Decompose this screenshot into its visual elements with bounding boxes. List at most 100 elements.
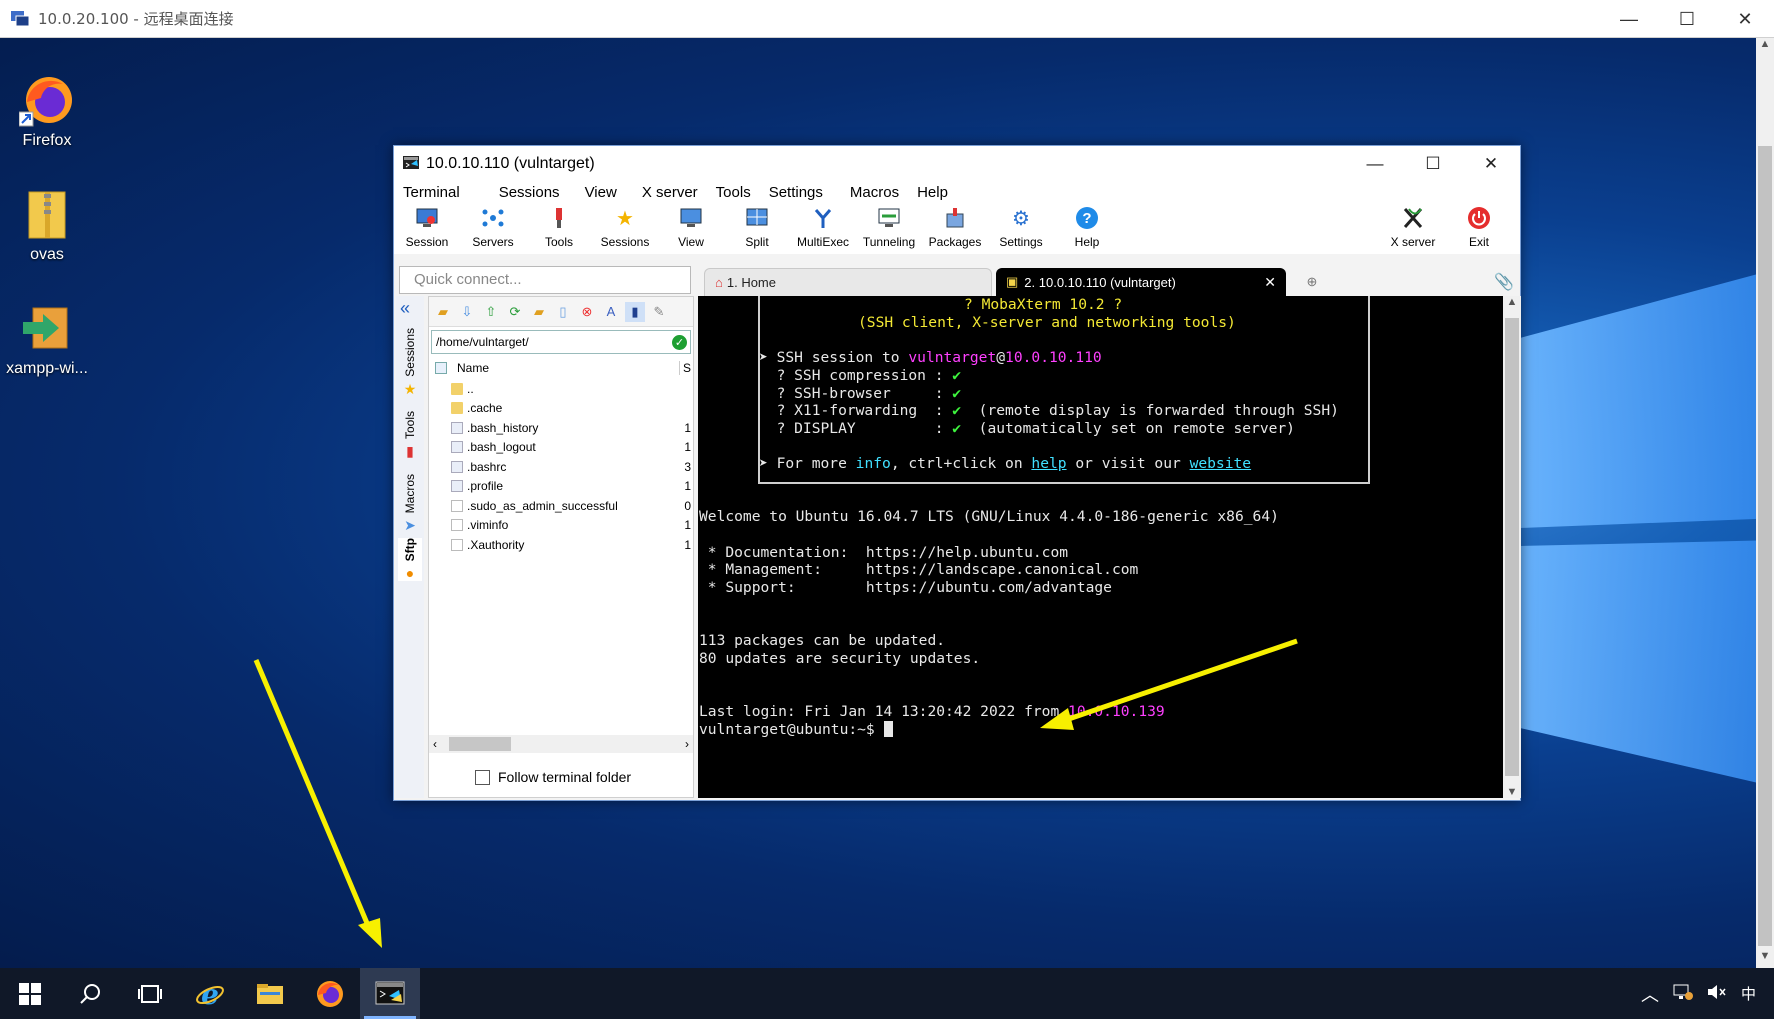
- new-file-icon[interactable]: ▯: [553, 302, 573, 322]
- banner-line-1: ? MobaXterm 10.2 ?: [964, 296, 1123, 313]
- scrollbar-thumb[interactable]: [449, 737, 511, 751]
- menu-macros[interactable]: Macros: [832, 184, 908, 201]
- upload-icon[interactable]: ⇧: [481, 302, 501, 322]
- column-name[interactable]: Name: [457, 361, 489, 375]
- desktop-icon-firefox[interactable]: Firefox: [1, 72, 93, 150]
- paper-plane-icon: ➤: [404, 517, 416, 534]
- side-tab-sessions[interactable]: Sessions ★: [398, 328, 422, 398]
- shell-prompt[interactable]: vulntarget@ubuntu:~$: [699, 721, 893, 739]
- menu-settings[interactable]: Settings: [760, 184, 832, 201]
- show-hidden-icons-chevron-icon[interactable]: ︿: [1641, 981, 1659, 1007]
- tab-home[interactable]: ⌂ 1. Home: [704, 268, 992, 296]
- task-view-button[interactable]: [120, 968, 180, 1019]
- sftp-path-input[interactable]: /home/vulntarget/ ✓: [431, 330, 691, 354]
- permissions-icon[interactable]: ▮: [625, 301, 645, 322]
- scroll-down-icon[interactable]: ▼: [1503, 786, 1521, 798]
- file-row[interactable]: .profile 1: [429, 477, 693, 497]
- toolbar-settings-button[interactable]: ⚙ Settings: [988, 202, 1054, 254]
- sftp-horizontal-scrollbar[interactable]: ‹ ›: [429, 735, 693, 753]
- menu-tools[interactable]: Tools: [707, 184, 760, 201]
- file-row[interactable]: .bash_history 1: [429, 418, 693, 438]
- toolbar-split-button[interactable]: Split: [724, 202, 790, 254]
- taskbar-mobaxterm[interactable]: [360, 968, 420, 1019]
- network-icon[interactable]: [1673, 983, 1693, 1005]
- rdp-vertical-scrollbar[interactable]: ▲ ▼: [1756, 38, 1774, 968]
- toolbar-session-button[interactable]: Session: [394, 202, 460, 254]
- input-language-indicator[interactable]: 中: [1741, 983, 1756, 1004]
- new-folder-icon[interactable]: ▰: [529, 302, 549, 322]
- toolbar-tunneling-button[interactable]: Tunneling: [856, 202, 922, 254]
- terminal-scrollbar[interactable]: ▲ ▼: [1503, 296, 1521, 798]
- last-login-line: Last login: Fri Jan 14 13:20:42 2022 fro…: [699, 703, 1165, 720]
- rename-icon[interactable]: A: [601, 302, 621, 322]
- toolbar-xserver-button[interactable]: X server: [1380, 202, 1446, 254]
- menu-terminal[interactable]: Terminal: [394, 184, 469, 201]
- file-row[interactable]: .bashrc 3: [429, 457, 693, 477]
- scroll-right-icon[interactable]: ›: [685, 737, 689, 751]
- file-row[interactable]: .bash_logout 1: [429, 438, 693, 458]
- file-name: .profile: [467, 479, 504, 494]
- toolbar-view-button[interactable]: View: [658, 202, 724, 254]
- file-row[interactable]: ..: [429, 379, 693, 399]
- help-link[interactable]: help: [1031, 455, 1066, 472]
- scroll-up-icon[interactable]: ▲: [1503, 296, 1521, 314]
- edit-icon[interactable]: ✎: [649, 302, 669, 322]
- file-row[interactable]: .Xauthority 1: [429, 535, 693, 555]
- desktop-icon-ovas[interactable]: ovas: [1, 186, 93, 264]
- open-folder-icon[interactable]: ▰: [433, 302, 453, 322]
- toolbar-servers-button[interactable]: Servers: [460, 202, 526, 254]
- taskbar-firefox[interactable]: [300, 968, 360, 1019]
- gears-icon: ⚙: [1012, 207, 1030, 230]
- toolbar-multiexec-button[interactable]: MultiExec: [790, 202, 856, 254]
- file-list: .. .cache .bash_history 1 .bash_logout 1 .bash…: [429, 379, 693, 555]
- moba-maximize-button[interactable]: ☐: [1404, 146, 1462, 182]
- file-row[interactable]: .viminfo 1: [429, 516, 693, 536]
- side-tab-macros[interactable]: Macros ➤: [398, 474, 422, 534]
- x11-forwarding-line: ? X11-forwarding : ✔ (remote display is …: [759, 402, 1339, 419]
- column-size[interactable]: S: [678, 361, 691, 375]
- search-button[interactable]: [60, 968, 120, 1019]
- toolbar-sessions-button[interactable]: ★ Sessions: [592, 202, 658, 254]
- website-link[interactable]: website: [1190, 455, 1252, 472]
- scrollbar-thumb[interactable]: [1758, 146, 1772, 946]
- tab-ssh-session[interactable]: ▣ 2. 10.0.10.110 (vulntarget) ✕: [996, 268, 1286, 296]
- file-row[interactable]: .cache: [429, 399, 693, 419]
- toolbar-tools-button[interactable]: Tools: [526, 202, 592, 254]
- toolbar-packages-button[interactable]: Packages: [922, 202, 988, 254]
- moba-minimize-button[interactable]: —: [1346, 146, 1404, 182]
- scroll-left-icon[interactable]: ‹: [433, 737, 437, 751]
- menu-help[interactable]: Help: [908, 184, 957, 201]
- taskbar-internet-explorer[interactable]: e: [180, 968, 240, 1019]
- rdp-maximize-button[interactable]: ☐: [1658, 0, 1716, 38]
- select-all-icon[interactable]: [435, 362, 447, 374]
- start-button[interactable]: [0, 968, 60, 1019]
- menu-view[interactable]: View: [569, 184, 626, 201]
- toolbar-help-button[interactable]: ? Help: [1054, 202, 1120, 254]
- taskbar-file-explorer[interactable]: [240, 968, 300, 1019]
- file-row[interactable]: .sudo_as_admin_successful 0: [429, 496, 693, 516]
- moba-close-button[interactable]: ✕: [1462, 146, 1520, 182]
- download-icon[interactable]: ⇩: [457, 302, 477, 322]
- scrollbar-thumb[interactable]: [1505, 318, 1519, 776]
- refresh-icon[interactable]: ⟳: [505, 302, 525, 322]
- follow-terminal-folder-checkbox[interactable]: Follow terminal folder: [475, 769, 631, 785]
- paperclip-icon[interactable]: 📎: [1494, 272, 1514, 292]
- volume-muted-icon[interactable]: [1707, 983, 1727, 1005]
- checkbox-box[interactable]: [475, 769, 490, 785]
- tab-close-icon[interactable]: ✕: [1264, 274, 1276, 291]
- toolbar-exit-button[interactable]: Exit: [1446, 202, 1512, 254]
- menu-sessions[interactable]: Sessions: [469, 184, 569, 201]
- new-tab-button[interactable]: ⊕: [1292, 268, 1332, 296]
- side-tab-tools[interactable]: Tools ▮: [398, 411, 422, 460]
- menu-x-server[interactable]: X server: [626, 184, 707, 201]
- side-tab-sftp[interactable]: Sftp ●: [398, 538, 422, 582]
- desktop-icon-xampp[interactable]: xampp-wi...: [1, 300, 93, 378]
- welcome-line: Welcome to Ubuntu 16.04.7 LTS (GNU/Linux…: [699, 508, 1279, 525]
- rdp-minimize-button[interactable]: —: [1600, 0, 1658, 38]
- path-ok-check-icon[interactable]: ✓: [672, 335, 687, 350]
- delete-icon[interactable]: ⊗: [577, 302, 597, 322]
- quick-connect-input[interactable]: Quick connect...: [399, 266, 691, 294]
- collapse-sidebar-icon[interactable]: «: [400, 298, 410, 319]
- rdp-close-button[interactable]: ✕: [1716, 0, 1774, 38]
- terminal-output[interactable]: ? MobaXterm 10.2 ? (SSH client, X-server…: [698, 296, 1503, 798]
